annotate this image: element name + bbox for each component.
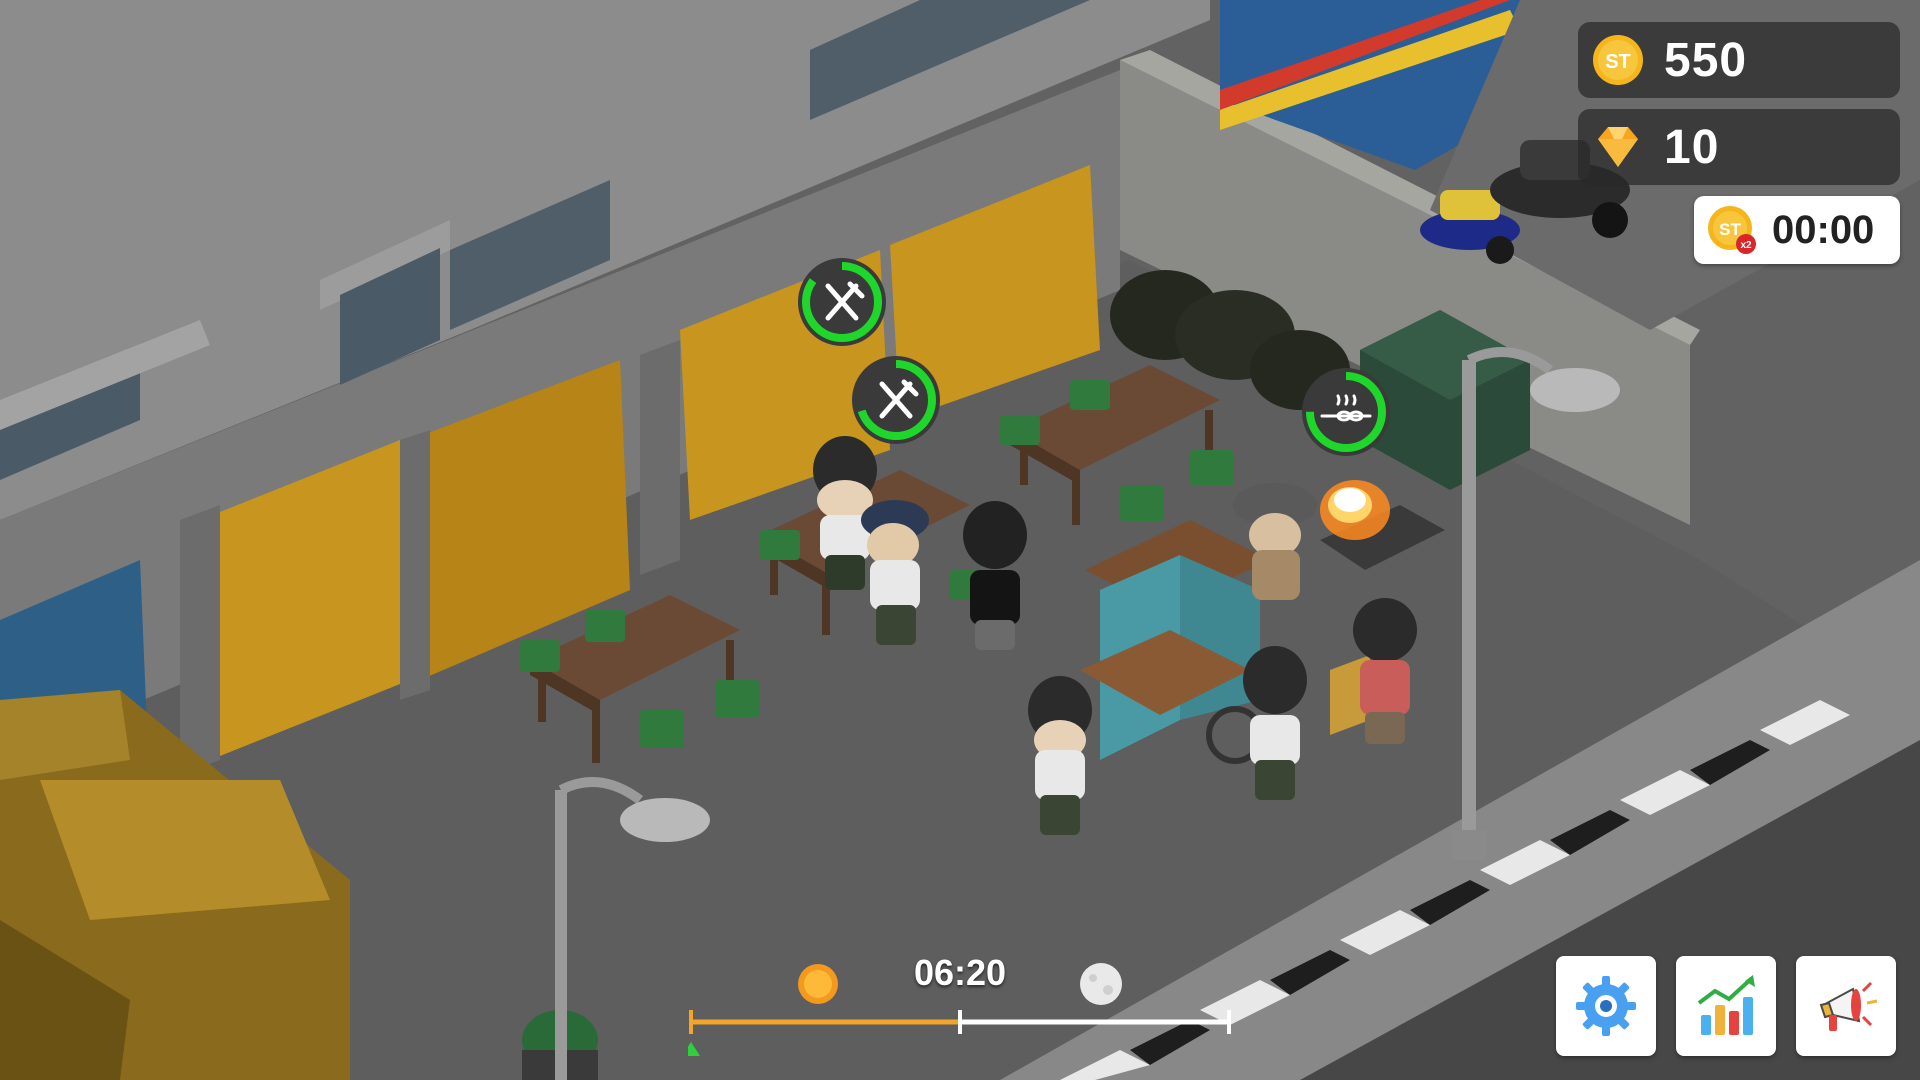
stats-button[interactable] (1676, 956, 1776, 1056)
settings-button[interactable] (1556, 956, 1656, 1056)
boost-icon-label: ST (1719, 220, 1741, 239)
order-bubble[interactable] (1300, 366, 1392, 458)
coin-boost-timer[interactable]: ST x2 00:00 (1694, 196, 1900, 264)
wall-pillar (400, 430, 430, 700)
gear-icon (1576, 976, 1636, 1036)
wall-pillar (180, 505, 220, 775)
order-bubble[interactable] (850, 354, 942, 446)
wall-pillar (640, 340, 680, 575)
gem-icon (1598, 127, 1638, 167)
boost-multiplier: x2 (1740, 240, 1752, 251)
order-bubble[interactable] (796, 256, 888, 348)
bar-chart-icon (1697, 975, 1755, 1035)
day-timeline (688, 963, 1231, 1056)
grill-fire (1320, 480, 1390, 540)
marketing-button[interactable] (1796, 956, 1896, 1056)
coin-boost-icon: ST x2 (1708, 206, 1756, 254)
gems-value: 10 (1664, 120, 1720, 174)
coin-icon-label: ST (1605, 51, 1631, 73)
coins-counter: ST 550 (1578, 22, 1900, 98)
moon-icon (1080, 963, 1122, 1005)
gems-counter: 10 (1578, 109, 1900, 185)
coins-value: 550 (1664, 33, 1748, 87)
megaphone-icon (1819, 981, 1878, 1031)
boost-timer-value: 00:00 (1772, 207, 1875, 252)
coin-icon: ST (1593, 35, 1643, 85)
game-viewport[interactable]: ST 550 10 ST x2 00:00 06:20 (0, 0, 1920, 1080)
timeline-start-marker (688, 1042, 700, 1056)
